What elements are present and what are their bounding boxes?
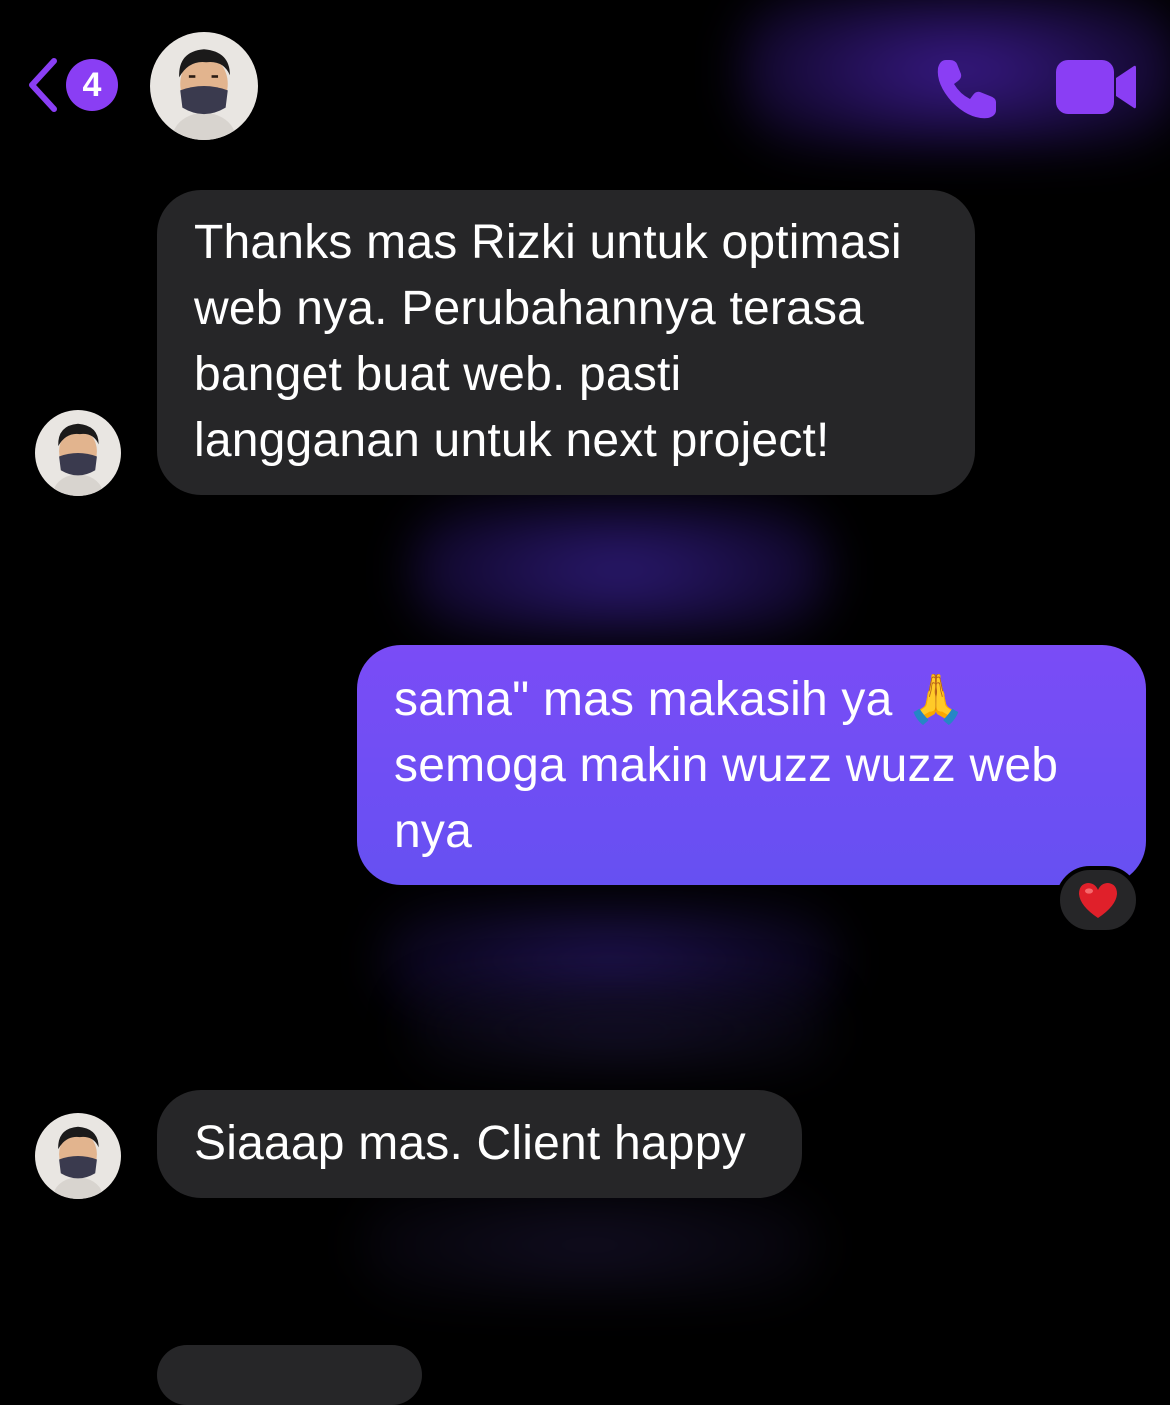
- message-text-line: Siaaap mas. Client happy: [194, 1117, 746, 1170]
- message-bubble-incoming[interactable]: Thanks mas Rizki untuk optimasi web nya.…: [157, 190, 975, 495]
- message-bubble-outgoing[interactable]: sama" mas makasih ya 🙏 semoga makin wuzz…: [357, 645, 1146, 885]
- sender-avatar[interactable]: [35, 410, 121, 496]
- chat-header: 4: [0, 0, 1170, 160]
- sender-avatar[interactable]: [35, 1113, 121, 1199]
- heart-icon: [1079, 883, 1117, 918]
- message-bubble-incoming-partial[interactable]: [157, 1345, 422, 1405]
- message-text-line: nya: [394, 805, 472, 858]
- message-text-line: Thanks mas Rizki untuk optimasi: [194, 216, 902, 269]
- voice-call-button[interactable]: [932, 54, 1002, 124]
- back-button[interactable]: 4: [22, 52, 122, 118]
- message-text-line: sama" mas makasih ya 🙏: [394, 673, 967, 726]
- chevron-left-icon: [29, 58, 57, 112]
- video-camera-icon: [1056, 60, 1136, 114]
- unread-count-badge: 4: [66, 59, 118, 111]
- message-reaction[interactable]: [1056, 866, 1140, 934]
- message-text-line: langganan untuk next project!: [194, 414, 830, 467]
- message-text-line: web nya. Perubahannya terasa: [194, 282, 865, 335]
- video-call-button[interactable]: [1054, 58, 1138, 116]
- message-text-line: semoga makin wuzz wuzz web: [394, 739, 1059, 792]
- message-text-line: banget buat web. pasti: [194, 348, 682, 401]
- contact-avatar[interactable]: [150, 32, 258, 140]
- message-bubble-incoming[interactable]: Siaaap mas. Client happy: [157, 1090, 802, 1198]
- phone-icon: [937, 60, 996, 119]
